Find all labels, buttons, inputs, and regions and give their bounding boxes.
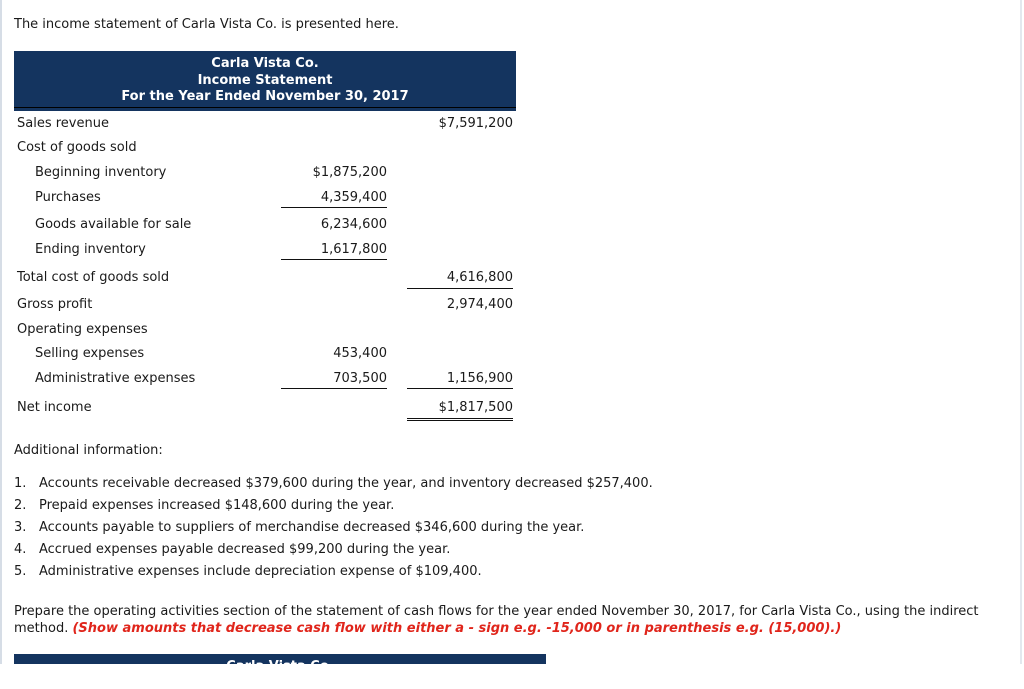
row-total-cogs: Total cost of goods sold 4,616,800: [14, 270, 516, 290]
row-label: Beginning inventory: [35, 165, 167, 180]
row-beginning-inventory: Beginning inventory $1,875,200: [14, 165, 516, 185]
row-label: Selling expenses: [35, 346, 145, 361]
question-page: The income statement of Carla Vista Co. …: [0, 0, 1022, 664]
item-number: 5.: [14, 564, 27, 579]
row-ending-inventory: Ending inventory 1,617,800: [14, 242, 516, 262]
row-label: Administrative expenses: [35, 371, 196, 386]
row-goods-available: Goods available for sale 6,234,600: [14, 217, 516, 237]
row-sales-revenue: Sales revenue $7,591,200: [14, 116, 516, 136]
row-purchases: Purchases 4,359,400: [14, 190, 516, 210]
admin-expenses-underline: [281, 388, 387, 389]
row-selling-expenses: Selling expenses 453,400: [14, 346, 516, 366]
item-text: Prepaid expenses increased $148,600 duri…: [39, 498, 395, 513]
row-label: Ending inventory: [35, 242, 146, 257]
row-right-value: 1,156,900: [446, 371, 513, 386]
total-cogs-underline: [407, 288, 513, 289]
row-cost-of-goods-sold: Cost of goods sold: [14, 140, 516, 160]
row-label: Sales revenue: [17, 116, 109, 131]
statement-period: For the Year Ended November 30, 2017: [121, 89, 409, 104]
row-label: Gross profit: [17, 297, 93, 312]
additional-info-item: 3. Accounts payable to suppliers of merch…: [14, 519, 653, 541]
cash-flow-statement-header: Carla Vista Co.: [14, 654, 546, 664]
row-mid-value: 6,234,600: [320, 217, 387, 232]
company-name: Carla Vista Co.: [211, 56, 319, 71]
item-text: Accrued expenses payable decreased $99,2…: [39, 542, 451, 557]
ending-inventory-underline: [281, 259, 387, 260]
additional-info-item: 1. Accounts receivable decreased $379,600…: [14, 475, 653, 497]
row-label: Purchases: [35, 190, 101, 205]
row-right-value: $1,817,500: [438, 400, 513, 415]
row-mid-value: 703,500: [333, 371, 387, 386]
row-label: Cost of goods sold: [17, 140, 137, 155]
additional-info-item: 4. Accrued expenses payable decreased $99…: [14, 541, 653, 563]
row-net-income: Net income $1,817,500: [14, 400, 516, 420]
row-right-value: 2,974,400: [446, 297, 513, 312]
instructions: Prepare the operating activities section…: [14, 603, 1019, 637]
row-label: Total cost of goods sold: [17, 270, 170, 285]
row-mid-value: $1,875,200: [312, 165, 387, 180]
additional-info-title: Additional information:: [14, 443, 163, 458]
item-text: Accounts payable to suppliers of merchan…: [39, 520, 585, 535]
row-gross-profit: Gross profit 2,974,400: [14, 297, 516, 317]
instructions-hint: (Show amounts that decrease cash flow wi…: [72, 621, 842, 636]
item-number: 2.: [14, 498, 27, 513]
net-income-double-underline: [407, 418, 513, 421]
row-mid-value: 453,400: [333, 346, 387, 361]
row-label: Operating expenses: [17, 322, 148, 337]
additional-info-item: 2. Prepaid expenses increased $148,600 du…: [14, 497, 653, 519]
row-label: Goods available for sale: [35, 217, 192, 232]
row-right-value: 4,616,800: [446, 270, 513, 285]
item-number: 1.: [14, 476, 27, 491]
row-mid-value: 1,617,800: [320, 242, 387, 257]
item-number: 4.: [14, 542, 27, 557]
header-rule: [14, 107, 516, 108]
row-label: Net income: [17, 400, 92, 415]
total-opex-underline: [407, 388, 513, 389]
statement-title: Income Statement: [197, 72, 333, 88]
item-text: Administrative expenses include deprecia…: [39, 564, 482, 579]
cash-flow-company-name: Carla Vista Co.: [226, 659, 333, 664]
row-mid-value: 4,359,400: [320, 190, 387, 205]
intro-text: The income statement of Carla Vista Co. …: [14, 17, 399, 32]
item-number: 3.: [14, 520, 27, 535]
row-right-value: $7,591,200: [438, 116, 513, 131]
row-operating-expenses: Operating expenses: [14, 322, 516, 342]
income-statement-header: Carla Vista Co. Income Statement For the…: [14, 51, 516, 111]
item-text: Accounts receivable decreased $379,600 d…: [39, 476, 653, 491]
additional-info-item: 5. Administrative expenses include deprec…: [14, 563, 653, 585]
purchases-underline: [281, 207, 387, 208]
additional-info-list: 1. Accounts receivable decreased $379,600…: [14, 475, 653, 585]
